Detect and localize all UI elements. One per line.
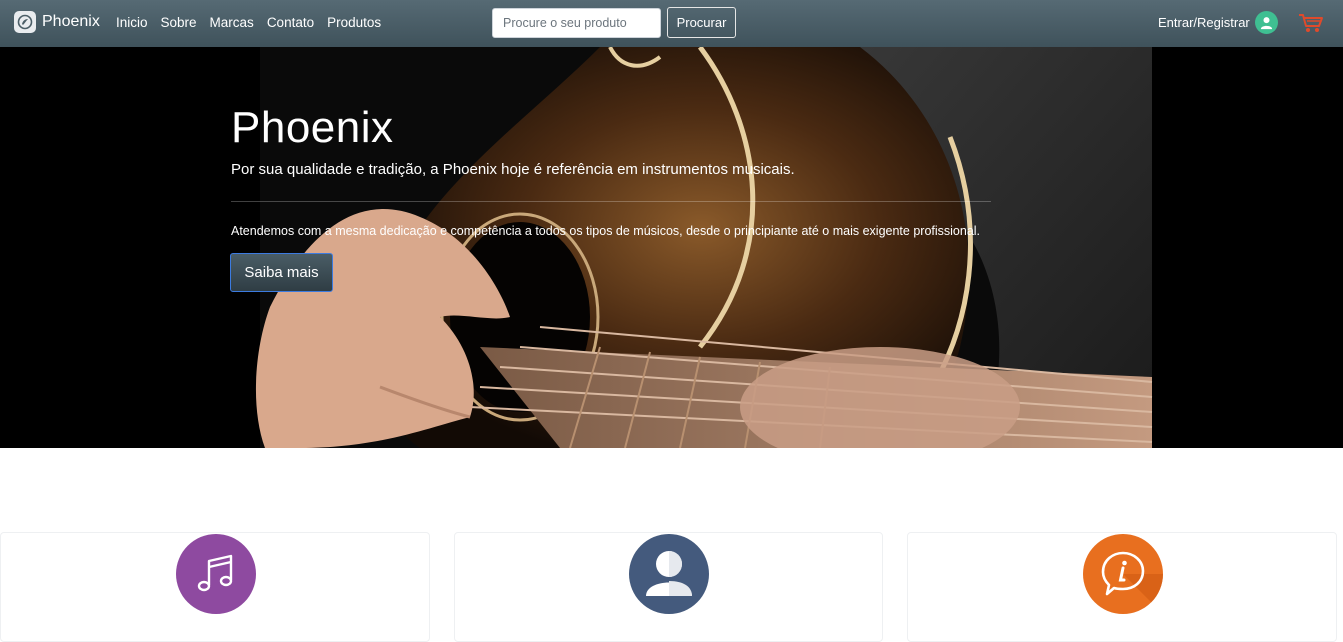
hero-subtitle: Por sua qualidade e tradição, a Phoenix … xyxy=(231,161,795,178)
acoustic-guitar-photo xyxy=(0,47,1343,448)
saiba-mais-button[interactable]: Saiba mais xyxy=(230,253,333,292)
hero-banner: Phoenix Por sua qualidade e tradição, a … xyxy=(0,47,1343,448)
hero-description: Atendemos com a mesma dedicação e compet… xyxy=(231,224,981,238)
feature-card-profile xyxy=(454,532,883,642)
user-profile-icon xyxy=(629,534,709,614)
nav-link-marcas[interactable]: Marcas xyxy=(210,15,254,30)
brand-name: Phoenix xyxy=(42,13,100,30)
main-nav: Inicio Sobre Marcas Contato Produtos xyxy=(116,15,394,30)
hero-title: Phoenix xyxy=(231,103,394,152)
feature-card-music xyxy=(0,532,430,642)
info-chat-icon xyxy=(1083,534,1163,614)
phoenix-logo-icon xyxy=(14,11,36,33)
user-avatar-icon xyxy=(1254,11,1278,34)
nav-link-contato[interactable]: Contato xyxy=(267,15,314,30)
shopping-cart-icon[interactable] xyxy=(1298,12,1324,39)
feature-card-info xyxy=(907,532,1337,642)
brand-link[interactable]: Phoenix xyxy=(14,11,100,33)
login-register-label: Entrar/Registrar xyxy=(1158,15,1250,30)
nav-link-produtos[interactable]: Produtos xyxy=(327,15,381,30)
music-note-icon xyxy=(176,534,256,614)
login-register-link[interactable]: Entrar/Registrar xyxy=(1158,11,1278,34)
nav-link-inicio[interactable]: Inicio xyxy=(116,15,148,30)
search-button[interactable]: Procurar xyxy=(667,7,736,38)
top-navbar: Phoenix Inicio Sobre Marcas Contato Prod… xyxy=(0,0,1343,47)
search-input[interactable] xyxy=(492,8,661,38)
hero-divider xyxy=(231,201,991,202)
nav-link-sobre[interactable]: Sobre xyxy=(161,15,197,30)
